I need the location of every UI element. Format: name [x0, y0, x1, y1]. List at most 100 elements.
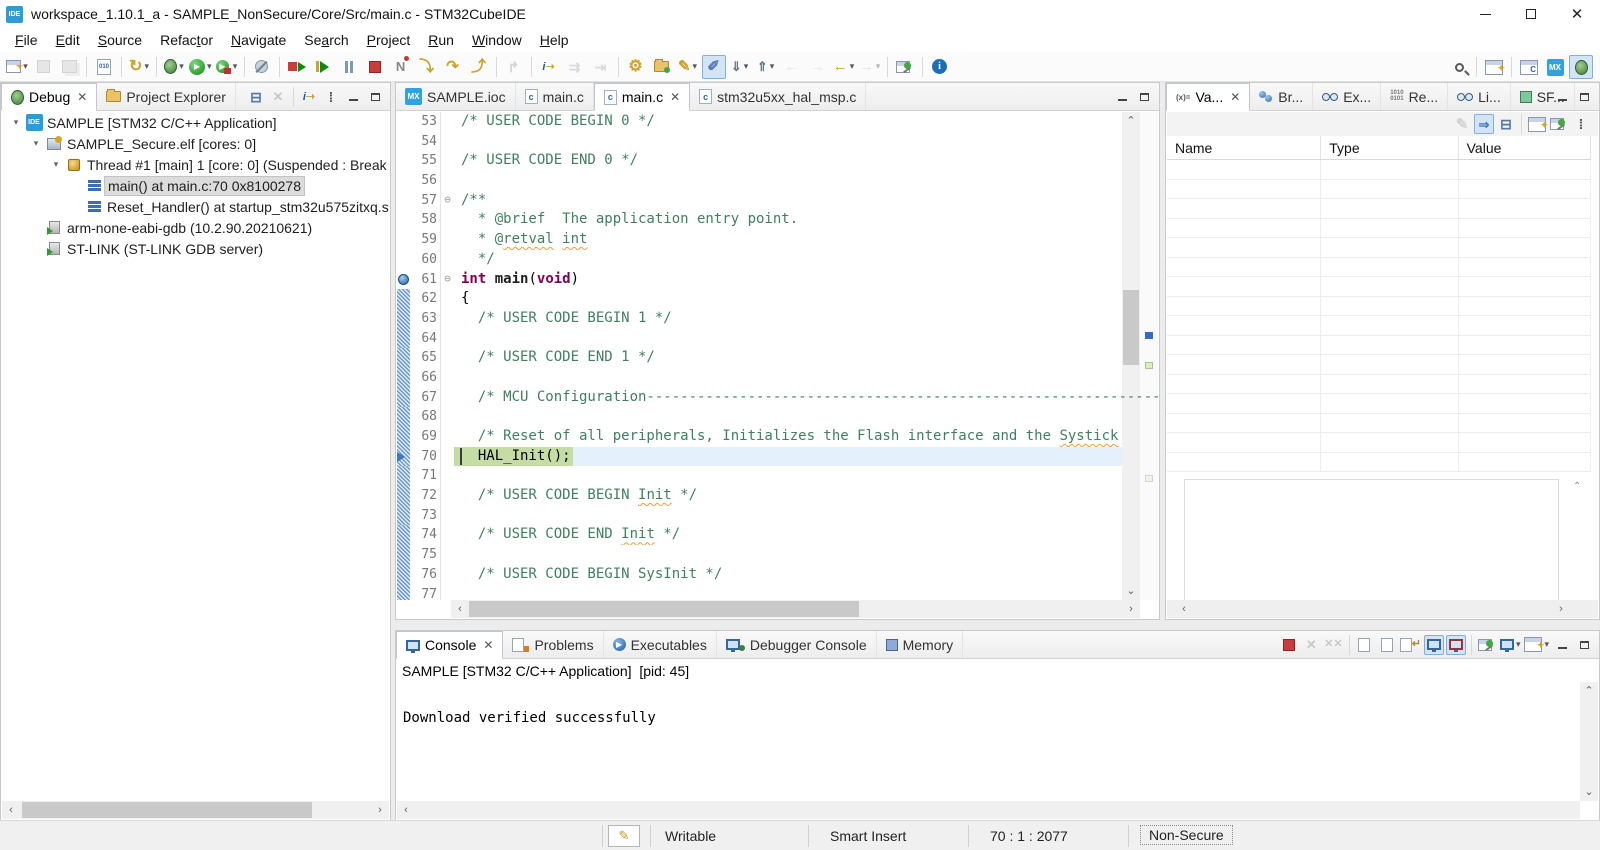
- maximize-button[interactable]: [1574, 635, 1594, 655]
- annotation-gutter[interactable]: [397, 506, 410, 526]
- code-line-64[interactable]: 64: [397, 329, 1158, 349]
- variables-empty-row[interactable]: [1167, 297, 1591, 317]
- debug-tree-item-reset-handler-at[interactable]: Reset_Handler() at startup_stm32u575zitx…: [2, 196, 389, 217]
- overview-occurrence-mark[interactable]: [1145, 475, 1153, 482]
- variables-empty-row[interactable]: [1167, 375, 1591, 395]
- code-line-68[interactable]: 68: [397, 407, 1158, 427]
- mark-occurrences-button[interactable]: ✎▾: [676, 55, 700, 79]
- code-line-67[interactable]: 67 /* MCU Configuration-----------------…: [397, 388, 1158, 408]
- save-all-button[interactable]: [57, 55, 81, 79]
- column-header-type[interactable]: Type: [1321, 136, 1458, 159]
- annotation-gutter[interactable]: [397, 427, 410, 447]
- external-tools-button[interactable]: ▶▾: [215, 55, 239, 79]
- step-into-selection-button[interactable]: i➝: [299, 87, 319, 107]
- last-edit-back-button[interactable]: ←: [780, 55, 804, 79]
- menu-search[interactable]: Search: [295, 30, 357, 50]
- menu-edit[interactable]: Edit: [47, 30, 89, 50]
- annotation-gutter[interactable]: [397, 250, 410, 270]
- vars-tab-br[interactable]: Br...: [1250, 83, 1313, 110]
- menu-run[interactable]: Run: [419, 30, 463, 50]
- annotation-gutter[interactable]: [397, 230, 410, 250]
- previous-annotation-button[interactable]: ⇑▾: [754, 55, 778, 79]
- variables-empty-row[interactable]: [1167, 277, 1591, 297]
- code-line-65[interactable]: 65 /* USER CODE END 1 */: [397, 348, 1158, 368]
- debug-button[interactable]: ▾: [162, 55, 186, 79]
- code-line-61[interactable]: 61⊖int main(void): [397, 270, 1158, 290]
- edit-mode-icon[interactable]: ✎: [608, 825, 640, 847]
- code-line-63[interactable]: 63 /* USER CODE BEGIN 1 */: [397, 309, 1158, 329]
- code-line-56[interactable]: 56: [397, 171, 1158, 191]
- variable-detail-pane[interactable]: [1184, 479, 1559, 613]
- collapse-all-button[interactable]: ⊟: [1496, 114, 1516, 134]
- code-line-62[interactable]: 62{: [397, 289, 1158, 309]
- close-tab-icon[interactable]: ✕: [77, 90, 87, 104]
- console-hscrollbar[interactable]: ‹: [397, 801, 1580, 819]
- clear-console-button[interactable]: ✕: [1355, 635, 1375, 655]
- annotation-gutter[interactable]: [397, 171, 410, 191]
- vars-tab-li[interactable]: Li...: [1448, 83, 1511, 110]
- maximize-button[interactable]: [365, 87, 385, 107]
- annotation-gutter[interactable]: [397, 407, 410, 427]
- variables-empty-row[interactable]: [1167, 160, 1591, 180]
- menu-navigate[interactable]: Navigate: [222, 30, 295, 50]
- fold-marker-icon[interactable]: ⊖: [441, 270, 454, 290]
- close-tab-icon[interactable]: ✕: [483, 638, 493, 652]
- annotation-gutter[interactable]: [397, 486, 410, 506]
- annotation-gutter[interactable]: [397, 309, 410, 329]
- info-button[interactable]: i: [928, 55, 952, 79]
- editor-tab-sample-ioc[interactable]: MXSAMPLE.ioc: [396, 83, 516, 110]
- last-edit-forward-button[interactable]: →: [806, 55, 830, 79]
- variables-hscrollbar[interactable]: ‹ ›: [1167, 600, 1598, 618]
- minimize-button[interactable]: [1552, 635, 1572, 655]
- minimize-button[interactable]: [1552, 87, 1572, 107]
- new-wizard-button[interactable]: ✦▾: [5, 55, 29, 79]
- annotation-gutter[interactable]: [397, 151, 410, 171]
- code-line-53[interactable]: 53/* USER CODE BEGIN 0 */: [397, 112, 1158, 132]
- editor-vscrollbar[interactable]: ⌃ ⌄: [1122, 112, 1140, 600]
- move-to-line-button[interactable]: ⇥: [589, 55, 613, 79]
- next-annotation-button[interactable]: ⇓▾: [728, 55, 752, 79]
- debug-tree-item-st-link-st-link-g[interactable]: ST-LINK (ST-LINK GDB server): [2, 238, 389, 259]
- code-line-70[interactable]: 70 HAL_Init();: [397, 447, 1158, 467]
- minimize-button[interactable]: [1112, 87, 1132, 107]
- debug-tree-item-main-at-main-c-7[interactable]: main() at main.c:70 0x8100278: [2, 175, 389, 196]
- annotation-gutter[interactable]: [397, 289, 410, 309]
- overview-ruler[interactable]: [1140, 112, 1158, 600]
- toggle-highlight-button[interactable]: ✐: [702, 55, 726, 79]
- variables-empty-row[interactable]: [1167, 219, 1591, 239]
- show-type-names-button[interactable]: ✎: [1452, 114, 1472, 134]
- console-tab-memory[interactable]: Memory: [877, 631, 964, 658]
- pin-editor-button[interactable]: [893, 55, 917, 79]
- display-console-button[interactable]: ▾: [1499, 635, 1522, 655]
- skip-all-breakpoints-button[interactable]: [250, 55, 274, 79]
- menu-source[interactable]: Source: [89, 30, 151, 50]
- open-new-view-button[interactable]: ✦: [1527, 114, 1547, 134]
- debug-tree-item-thread-1-main-1[interactable]: ▾Thread #1 [main] 1 [core: 0] (Suspended…: [2, 154, 389, 175]
- collapse-icon[interactable]: ▾: [8, 117, 24, 128]
- terminate-button[interactable]: [1279, 635, 1299, 655]
- annotation-gutter[interactable]: [397, 329, 410, 349]
- console-tab-problems[interactable]: Problems: [503, 631, 603, 658]
- debug-tree-item-sample-stm32-c-c[interactable]: ▾IDESAMPLE [STM32 C/C++ Application]: [2, 112, 389, 133]
- variables-empty-row[interactable]: [1167, 258, 1591, 278]
- console-tab-executables[interactable]: ▶Executables: [604, 631, 717, 658]
- code-editor[interactable]: 53/* USER CODE BEGIN 0 */5455/* USER COD…: [397, 112, 1158, 600]
- annotation-gutter[interactable]: [397, 132, 410, 152]
- flash-download-button[interactable]: ↻▾: [127, 55, 151, 79]
- forward-history-button[interactable]: →▾: [858, 55, 882, 79]
- run-button[interactable]: ▶▾: [188, 55, 213, 79]
- annotation-gutter[interactable]: [397, 112, 410, 132]
- annotation-gutter[interactable]: [397, 466, 410, 486]
- show-on-stdout-button[interactable]: [1424, 635, 1444, 655]
- collapse-icon[interactable]: ▾: [28, 138, 44, 149]
- remove-all-terminated-button[interactable]: ✕: [268, 87, 288, 107]
- code-line-55[interactable]: 55/* USER CODE END 0 */: [397, 151, 1158, 171]
- code-line-60[interactable]: 60 */: [397, 250, 1158, 270]
- cpp-perspective-button[interactable]: C: [1517, 55, 1541, 79]
- build-button[interactable]: 010: [92, 55, 116, 79]
- run-to-line-button[interactable]: ⇉: [563, 55, 587, 79]
- terminate-relaunch-button[interactable]: [285, 55, 309, 79]
- collapse-all-button[interactable]: ⊟: [246, 87, 266, 107]
- annotation-gutter[interactable]: [397, 210, 410, 230]
- column-header-name[interactable]: Name: [1167, 136, 1321, 159]
